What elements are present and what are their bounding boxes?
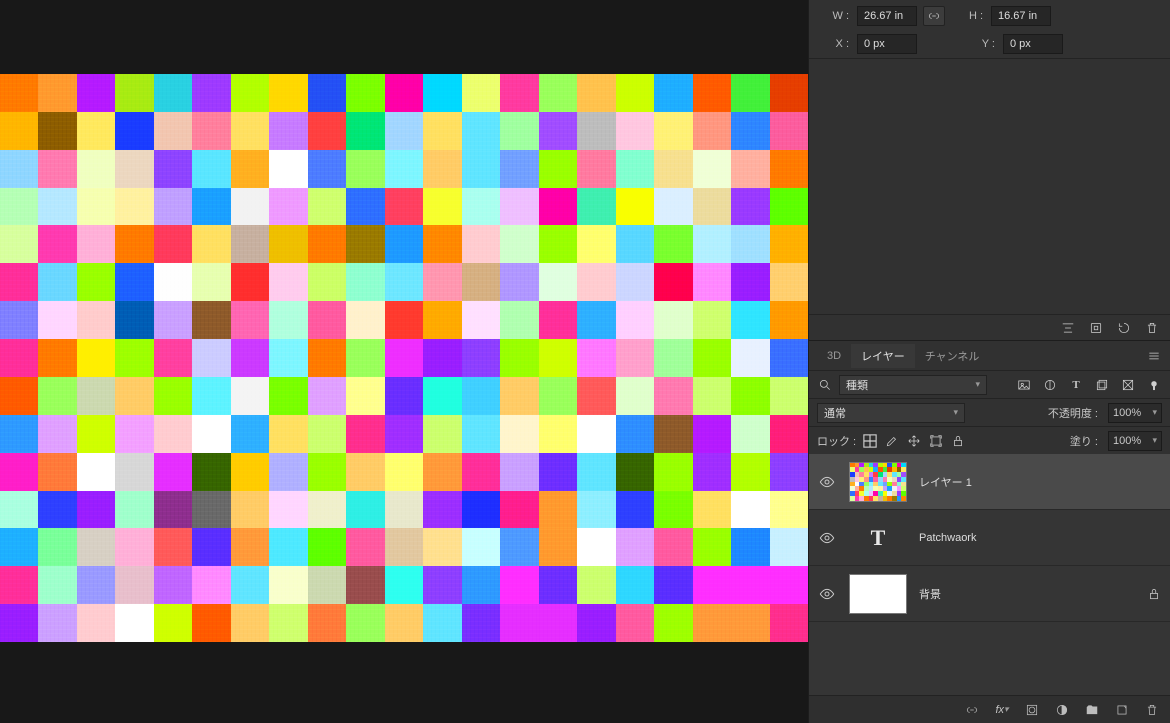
properties-footer (809, 314, 1170, 340)
layer-name: Patchwaork (919, 532, 976, 544)
layer-thumbnail (849, 574, 907, 614)
layer-thumbnail (849, 462, 907, 502)
layer-item[interactable]: T Patchwaork (809, 510, 1170, 566)
chevron-down-icon: ▾ (1152, 435, 1157, 446)
link-icon (926, 8, 942, 24)
visibility-toggle[interactable] (817, 474, 837, 490)
adjustment-icon[interactable] (1054, 702, 1070, 718)
link-layers-icon[interactable] (964, 702, 980, 718)
width-input[interactable] (857, 6, 917, 26)
text-layer-icon: T (849, 525, 907, 551)
lock-brush-icon[interactable] (884, 433, 900, 449)
fill-input[interactable]: 100%▾ (1108, 431, 1162, 451)
layers-footer: fx▾ (809, 695, 1170, 723)
layers-list: レイヤー 1 T Patchwaork 背景 (809, 454, 1170, 695)
filter-toggle-icon[interactable] (1146, 377, 1162, 393)
lock-artboard-icon[interactable] (928, 433, 944, 449)
group-icon[interactable] (1084, 702, 1100, 718)
x-label: X : (817, 38, 851, 50)
fx-icon[interactable]: fx▾ (994, 702, 1010, 718)
link-wh-button[interactable] (923, 6, 945, 26)
visibility-toggle[interactable] (817, 586, 837, 602)
tab-channels[interactable]: チャンネル (915, 344, 990, 368)
transform-section: W : H : X : Y : (809, 0, 1170, 58)
chevron-down-icon: ▾ (975, 379, 980, 390)
blend-mode-select[interactable]: 通常 ▾ (817, 403, 965, 423)
width-label: W : (817, 10, 851, 22)
filter-smart-icon[interactable] (1120, 377, 1136, 393)
filter-adjust-icon[interactable] (1042, 377, 1058, 393)
layer-item[interactable]: 背景 (809, 566, 1170, 622)
blend-row: 通常 ▾ 不透明度 : 100%▾ (809, 398, 1170, 426)
panel-menu-icon[interactable] (1146, 348, 1162, 364)
panel-tabs: 3D レイヤー チャンネル (809, 340, 1170, 370)
reset-icon[interactable] (1116, 320, 1132, 336)
mask-rect-icon[interactable] (1088, 320, 1104, 336)
lock-all-icon[interactable] (950, 433, 966, 449)
chevron-down-icon: ▾ (1152, 407, 1157, 418)
y-input[interactable] (1003, 34, 1063, 54)
visibility-toggle[interactable] (817, 530, 837, 546)
layer-name: 背景 (919, 586, 941, 602)
tab-3d[interactable]: 3D (817, 346, 851, 366)
lock-move-icon[interactable] (906, 433, 922, 449)
lock-transparent-icon[interactable] (862, 433, 878, 449)
trash-icon[interactable] (1144, 702, 1160, 718)
properties-empty-area (809, 58, 1170, 314)
opacity-input[interactable]: 100%▾ (1108, 403, 1162, 423)
height-input[interactable] (991, 6, 1051, 26)
opacity-label: 不透明度 : (1048, 405, 1098, 421)
right-panel: W : H : X : Y : 3D レイヤー チャンネル (808, 0, 1170, 723)
filter-kind-label: 種類 (846, 377, 868, 393)
filter-shape-icon[interactable] (1094, 377, 1110, 393)
filter-image-icon[interactable] (1016, 377, 1032, 393)
y-label: Y : (963, 38, 997, 50)
filter-kind-select[interactable]: 種類 ▾ (839, 375, 987, 395)
layer-name: レイヤー 1 (919, 474, 972, 490)
layer-item[interactable]: レイヤー 1 (809, 454, 1170, 510)
canvas-viewport[interactable] (0, 0, 808, 723)
new-layer-icon[interactable] (1114, 702, 1130, 718)
lock-icon (1146, 586, 1162, 602)
patchwork-canvas (0, 74, 808, 642)
chevron-down-icon: ▾ (953, 407, 958, 418)
tab-layers[interactable]: レイヤー (851, 344, 915, 368)
fill-label: 塗り : (1070, 433, 1098, 449)
trash-icon[interactable] (1144, 320, 1160, 336)
height-label: H : (951, 10, 985, 22)
align-h-icon[interactable] (1060, 320, 1076, 336)
lock-row: ロック : 塗り : 100%▾ (809, 426, 1170, 454)
filter-type-icon[interactable]: T (1068, 377, 1084, 393)
layer-filter-row: 種類 ▾ T (809, 370, 1170, 398)
search-icon (817, 377, 833, 393)
x-input[interactable] (857, 34, 917, 54)
lock-label: ロック : (817, 433, 856, 449)
mask-icon[interactable] (1024, 702, 1040, 718)
blend-mode-value: 通常 (824, 405, 846, 421)
